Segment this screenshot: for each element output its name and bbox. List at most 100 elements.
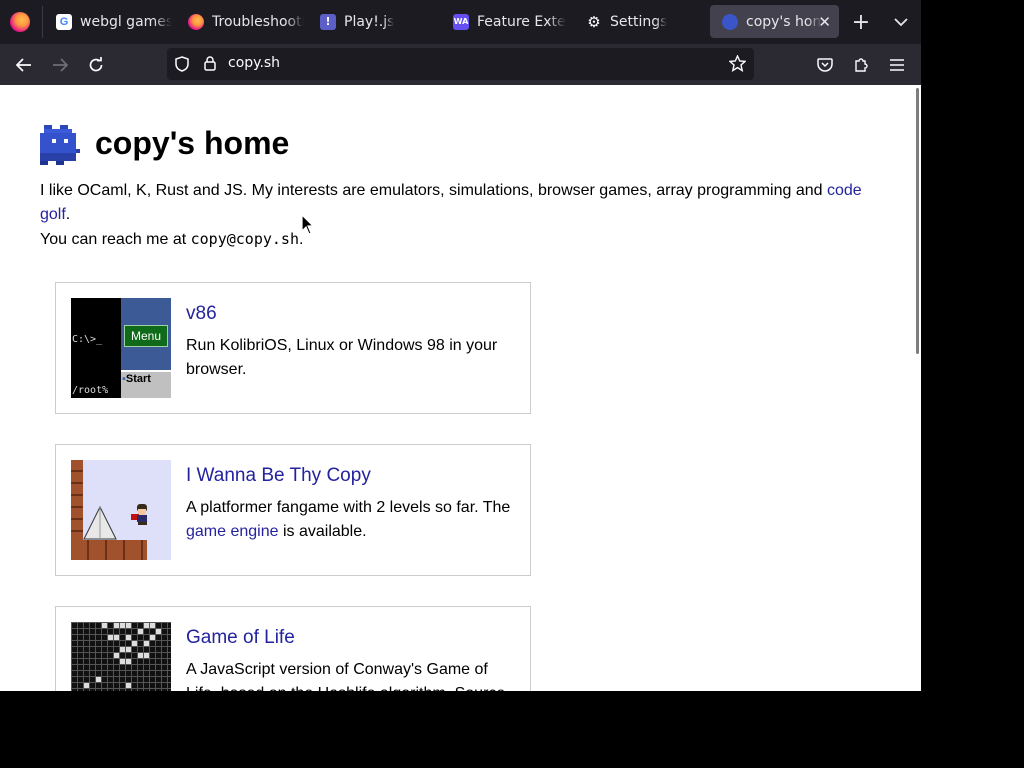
game-engine-link[interactable]: game engine: [186, 523, 279, 540]
life-cell: [108, 635, 113, 640]
bookmark-star-icon[interactable]: [728, 54, 747, 76]
project-card-v86: C:\>_ /root% Menu ▪Start v86 Run Kolibri…: [55, 282, 531, 414]
v86-thumbnail[interactable]: C:\>_ /root% Menu ▪Start: [71, 298, 171, 398]
iwbtc-desc-text: A platformer fangame with 2 levels so fa…: [186, 499, 511, 516]
contact-text: You can reach me at: [40, 231, 191, 248]
tab-troubleshooting[interactable]: Troubleshooti: [176, 5, 304, 38]
tab-label: copy's hom: [746, 13, 822, 30]
thumb-menu-button: Menu: [124, 325, 168, 347]
life-cell: [150, 623, 155, 628]
gear-icon: ⚙: [587, 12, 601, 31]
tab-label: webgl games: [80, 13, 172, 30]
google-icon: [56, 13, 72, 30]
thumb-prompt: C:\>_: [72, 334, 103, 345]
reload-icon: [89, 57, 103, 72]
navigation-bar: copy.sh: [0, 44, 921, 85]
life-cell: [114, 635, 119, 640]
scrollbar-thumb[interactable]: [916, 88, 919, 354]
hamburger-menu-icon: [890, 59, 904, 71]
list-all-tabs-button[interactable]: [889, 10, 913, 34]
page-title: copy's home: [95, 125, 290, 161]
life-cell: [120, 659, 125, 664]
life-cell: [102, 623, 107, 628]
back-button[interactable]: [12, 53, 36, 77]
life-cell: [114, 623, 119, 628]
life-cell: [126, 683, 131, 688]
back-arrow-icon: [16, 58, 31, 72]
v86-link[interactable]: v86: [186, 303, 217, 325]
thumb-start-label: Start: [125, 373, 151, 385]
new-tab-button[interactable]: +: [849, 10, 873, 35]
project-card-game-of-life: Game of Life A JavaScript version of Con…: [55, 606, 531, 691]
tab-label: Troubleshooti: [212, 13, 304, 30]
app-menu-button[interactable]: [885, 53, 909, 77]
thumb-prompt2: /root%: [72, 385, 109, 396]
page-content: copy's home I like OCaml, K, Rust and JS…: [0, 85, 914, 691]
tab-play-js[interactable]: Play!.js: [308, 5, 436, 38]
life-cell: [120, 623, 125, 628]
life-cell: [126, 635, 131, 640]
tab-separator: [42, 6, 43, 38]
life-cell: [126, 659, 131, 664]
url-bar[interactable]: copy.sh: [167, 48, 754, 80]
game-of-life-thumbnail[interactable]: [71, 622, 171, 691]
mouse-cursor-icon: [301, 213, 315, 235]
life-cell: [84, 683, 89, 688]
tab-label: Play!.js: [344, 13, 395, 30]
spike-icon: [83, 506, 117, 540]
chevron-down-icon: [894, 17, 908, 26]
firefox-menu-icon[interactable]: [10, 12, 30, 32]
kid-character-icon: [131, 504, 151, 526]
life-cell: [144, 641, 149, 646]
game-of-life-link[interactable]: Game of Life: [186, 627, 295, 649]
life-cell: [138, 629, 143, 634]
site-logo-icon: [40, 125, 80, 165]
iwbtc-link[interactable]: I Wanna Be Thy Copy: [186, 465, 371, 487]
close-tab-icon[interactable]: ✕: [818, 13, 831, 31]
play-js-icon: [320, 13, 336, 30]
url-text[interactable]: copy.sh: [228, 55, 280, 71]
tab-copys-home[interactable]: copy's hom ✕: [710, 5, 839, 38]
shield-icon[interactable]: [175, 56, 189, 76]
forward-arrow-icon: [53, 58, 68, 72]
tab-feature-extensions[interactable]: WA Feature Exte: [441, 5, 569, 38]
brick-floor: [71, 540, 147, 560]
tab-settings[interactable]: ⚙ Settings: [574, 5, 702, 38]
iwbtc-desc-end: is available.: [278, 523, 367, 540]
life-cell: [150, 635, 155, 640]
tab-bar: webgl games Troubleshooti Play!.js WA Fe…: [0, 0, 921, 44]
iwbtc-description: A platformer fangame with 2 levels so fa…: [186, 496, 516, 544]
contact-email: copy@copy.sh: [190, 230, 299, 248]
intro-paragraph: I like OCaml, K, Rust and JS. My interes…: [40, 179, 880, 252]
webassembly-icon: WA: [453, 13, 469, 30]
intro-text: I like OCaml, K, Rust and JS. My interes…: [40, 182, 827, 199]
forward-button[interactable]: [48, 53, 72, 77]
life-cell: [114, 653, 119, 658]
iwbtc-thumbnail[interactable]: [71, 460, 171, 560]
reload-button[interactable]: [84, 53, 108, 77]
thumb-start-button: ▪Start: [122, 373, 151, 385]
pocket-button[interactable]: [813, 53, 837, 77]
lock-icon[interactable]: [204, 56, 216, 75]
puzzle-piece-icon: [855, 58, 868, 72]
life-cell: [144, 653, 149, 658]
v86-description: Run KolibriOS, Linux or Windows 98 in yo…: [186, 337, 498, 378]
project-card-iwbtc: I Wanna Be Thy Copy A platformer fangame…: [55, 444, 531, 576]
life-cell: [156, 629, 161, 634]
tab-label: Settings: [610, 13, 668, 30]
tab-webgl-games[interactable]: webgl games: [44, 5, 172, 38]
life-cell: [144, 623, 149, 628]
life-cell: [138, 653, 143, 658]
tab-label: Feature Exte: [477, 13, 566, 30]
life-cell: [132, 641, 137, 646]
firefox-icon: [188, 13, 204, 30]
life-cell: [96, 677, 101, 682]
life-cell: [120, 647, 125, 652]
life-cell: [126, 647, 131, 652]
browser-window: webgl games Troubleshooti Play!.js WA Fe…: [0, 0, 921, 691]
extensions-button[interactable]: [849, 53, 873, 77]
intro-end: .: [65, 206, 71, 223]
life-cell: [126, 623, 131, 628]
pocket-icon: [817, 57, 833, 72]
copy-favicon-icon: [722, 13, 738, 30]
